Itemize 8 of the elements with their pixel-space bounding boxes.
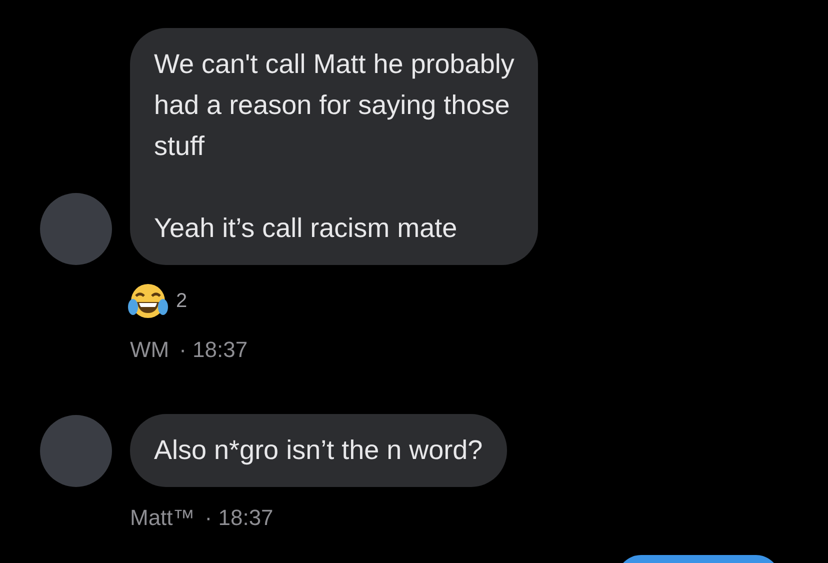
sender-name: Matt™ [130, 504, 195, 532]
reaction-count: 2 [176, 289, 188, 314]
sender-name: WM [130, 336, 170, 364]
laughing-emoji-icon[interactable] [128, 283, 168, 319]
message-bubble: Also n*gro isn’t the n word? [130, 414, 507, 487]
message-time: · 18:37 [204, 504, 274, 532]
message-bubble: We can't call Matt he probably had a reason for saying those stuff Yeah it’s call racism mate [130, 28, 538, 265]
message-time: · 18:37 [179, 336, 248, 364]
